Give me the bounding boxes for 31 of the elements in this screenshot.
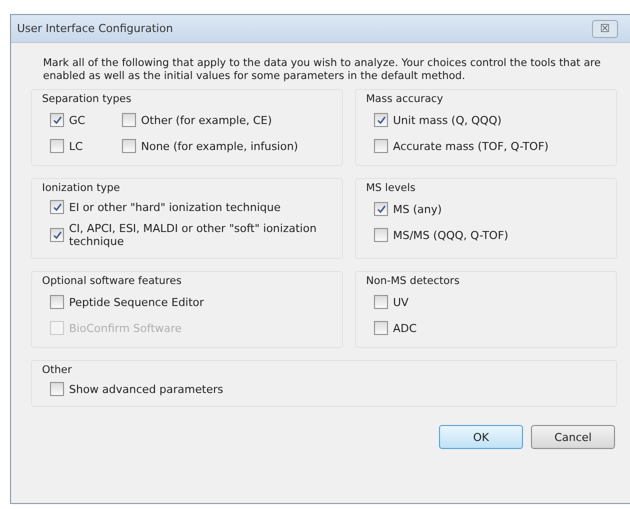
window-title: User Interface Configuration — [17, 22, 173, 35]
check-icon — [52, 116, 62, 124]
checkbox[interactable]: ADC — [374, 319, 608, 337]
close-button[interactable]: ☒ — [592, 20, 618, 38]
group-title: Non-MS detectors — [366, 275, 461, 287]
instructions-text: Mark all of the following that apply to the data you wish to analyze. Your choices control the tools that are enabled as well as the initial values for some parameters in the default method. — [43, 57, 602, 83]
checkbox[interactable]: Accurate mass (TOF, Q-TOF) — [374, 137, 608, 155]
checkbox[interactable]: GC — [50, 111, 122, 129]
group-title: MS levels — [366, 182, 417, 194]
cancel-button[interactable]: Cancel — [531, 425, 615, 449]
checkbox[interactable]: UV — [374, 293, 608, 311]
checkbox[interactable]: Peptide Sequence Editor — [50, 293, 334, 311]
group-title: Mass accuracy — [366, 93, 444, 105]
checkbox[interactable]: LC — [50, 137, 122, 155]
ok-button[interactable]: OK — [439, 425, 523, 449]
group-title: Other — [42, 364, 73, 376]
checkbox[interactable]: MS/MS (QQQ, Q-TOF) — [374, 226, 608, 244]
checkbox[interactable]: Other (for example, CE) — [122, 111, 334, 129]
group-title: Separation types — [42, 93, 132, 105]
checkbox[interactable]: Show advanced parameters — [50, 382, 608, 396]
checkbox[interactable]: Unit mass (Q, QQQ) — [374, 111, 608, 129]
checkbox[interactable]: CI, APCI, ESI, MALDI or other "soft" ionization technique — [50, 222, 334, 248]
check-icon — [376, 204, 386, 214]
check-icon — [52, 230, 62, 240]
group-title: Optional software features — [42, 275, 183, 287]
group-title: Ionization type — [42, 182, 121, 194]
check-icon — [52, 202, 62, 212]
checkbox[interactable]: None (for example, infusion) — [122, 137, 334, 155]
checkbox[interactable]: MS (any) — [374, 200, 608, 218]
check-icon — [376, 116, 386, 124]
checkbox[interactable]: EI or other "hard" ionization technique — [50, 200, 334, 214]
